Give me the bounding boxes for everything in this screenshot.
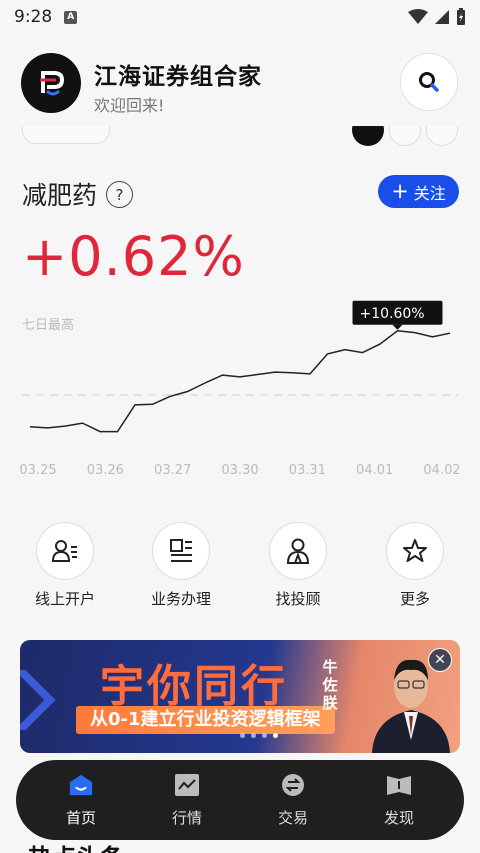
qa-icon-wrap (36, 522, 94, 580)
banner-title: 宇你同行 (100, 661, 288, 712)
page-indicator[interactable] (426, 126, 458, 146)
nav-trade[interactable]: 交易 (248, 773, 338, 828)
qa-label: 找投顾 (275, 590, 321, 608)
nav-label: 行情 (171, 808, 202, 827)
max-tooltip: +10.60% (352, 300, 443, 330)
quick-actions: 线上开户 业务办理 找投顾 更多 (0, 522, 480, 612)
x-tick-label: 04.01 (356, 463, 393, 478)
chevron-decoration-icon (20, 670, 56, 730)
app-header: 江海证券组合家 欢迎回来! (0, 48, 480, 118)
promo-banner[interactable]: 宇你同行 从0-1建立行业投资逻辑框架 牛佐朕 ✕ (20, 640, 460, 753)
banner-dot (262, 733, 267, 738)
trade-icon (281, 773, 305, 797)
logo-p-icon (40, 71, 65, 96)
nav-discover[interactable]: 发现 (354, 773, 444, 828)
qa-icon-wrap (269, 522, 327, 580)
advisor-icon (286, 538, 310, 564)
app-logo (21, 53, 81, 113)
person-card-icon (51, 540, 77, 562)
banner-pagination (240, 733, 278, 738)
series-line (29, 330, 451, 433)
portfolio-tab-strip[interactable] (0, 126, 480, 150)
x-tick-label: 03.31 (289, 463, 326, 478)
x-axis: 03.25 03.26 03.27 03.30 03.31 04.01 04.02 (19, 463, 460, 478)
x-tick-label: 04.02 (423, 463, 460, 478)
x-tick-label: 03.26 (87, 463, 124, 478)
nav-market[interactable]: 行情 (142, 773, 232, 828)
app-title: 江海证券组合家 (94, 64, 262, 90)
document-icon (170, 539, 192, 562)
banner-dot (240, 733, 245, 738)
more-button[interactable]: 更多 (375, 522, 455, 609)
banner-speaker-name: 牛佐朕 (322, 658, 338, 712)
follow-label: 关注 (413, 183, 446, 203)
status-bar: 9:28 A (0, 0, 480, 34)
home-icon (69, 773, 93, 797)
portfolio-tab[interactable] (22, 126, 110, 144)
banner-close-button[interactable]: ✕ (428, 648, 452, 672)
return-value: +0.62% (22, 225, 245, 288)
battery-icon (457, 8, 465, 25)
banner-dot (251, 733, 256, 738)
portfolio-name: 减肥药 (22, 181, 98, 210)
page-indicator-active[interactable] (352, 126, 384, 146)
help-icon[interactable]: ? (106, 181, 133, 208)
discover-icon (387, 773, 411, 797)
x-tick-label: 03.25 (19, 463, 56, 478)
search-icon (419, 72, 439, 92)
nav-label: 首页 (65, 808, 96, 827)
search-button[interactable] (400, 53, 458, 111)
signal-icon (435, 10, 449, 24)
star-icon (403, 539, 427, 562)
news-heading: 热点头条 (28, 838, 124, 853)
plus-icon: + (391, 179, 409, 203)
max-label: +10.60% (360, 306, 425, 322)
wifi-icon (408, 9, 428, 24)
qa-icon-wrap (386, 522, 444, 580)
bottom-nav: 首页 行情 交易 发现 (16, 760, 464, 840)
qa-label: 更多 (399, 590, 430, 608)
status-time: 9:28 (14, 7, 53, 27)
business-service-button[interactable]: 业务办理 (141, 522, 221, 609)
return-chart[interactable]: +10.60% 03.25 03.26 03.27 03.30 03.31 04.01 04… (0, 298, 480, 488)
welcome-text: 欢迎回来! (94, 96, 165, 115)
qa-label: 线上开户 (34, 590, 95, 608)
open-account-button[interactable]: 线上开户 (25, 522, 105, 609)
find-advisor-button[interactable]: 找投顾 (258, 522, 338, 609)
nav-home[interactable]: 首页 (36, 773, 126, 828)
max-tooltip-arrow (392, 324, 403, 330)
banner-dot-active (273, 733, 278, 738)
status-icons (408, 8, 466, 26)
nav-label: 交易 (277, 808, 308, 827)
qa-icon-wrap (152, 522, 210, 580)
notification-a-icon: A (64, 10, 78, 24)
qa-label: 业务办理 (150, 590, 211, 608)
nav-label: 发现 (383, 808, 414, 827)
market-icon (175, 773, 199, 797)
follow-button[interactable]: + 关注 (378, 175, 459, 208)
x-tick-label: 03.27 (154, 463, 191, 478)
x-tick-label: 03.30 (221, 463, 258, 478)
banner-subtitle: 从0-1建立行业投资逻辑框架 (76, 706, 335, 734)
page-indicator[interactable] (389, 126, 421, 146)
